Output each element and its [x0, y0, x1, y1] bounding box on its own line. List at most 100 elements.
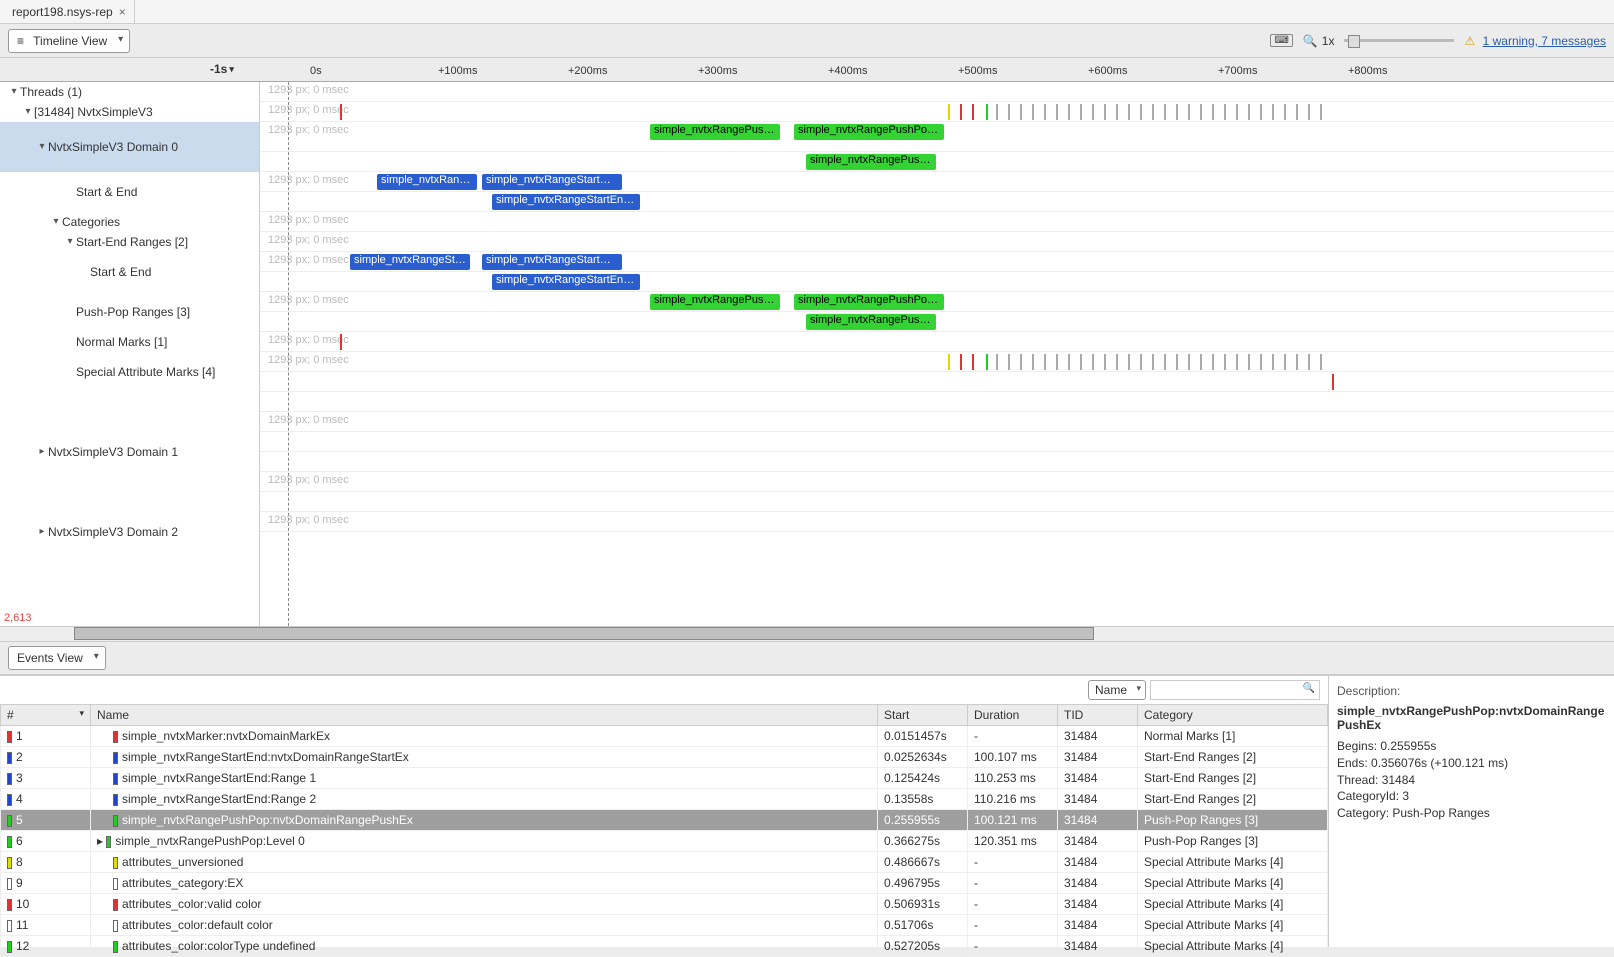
- expand-icon[interactable]: ▾: [8, 86, 20, 97]
- nvtx-mark[interactable]: [1188, 104, 1190, 120]
- table-row[interactable]: 4simple_nvtxRangeStartEnd:Range 20.13558…: [1, 789, 1328, 810]
- nvtx-mark[interactable]: [1332, 374, 1334, 390]
- nvtx-mark[interactable]: [1080, 104, 1082, 120]
- nvtx-mark[interactable]: [1248, 104, 1250, 120]
- track-row[interactable]: 1293 px; 0 msecsimple_nvtxRangePush…simp…: [260, 292, 1614, 312]
- expand-icon[interactable]: ▾: [22, 106, 34, 117]
- nvtx-mark[interactable]: [1176, 354, 1178, 370]
- nvtx-mark[interactable]: [1272, 104, 1274, 120]
- expand-icon[interactable]: ▾: [50, 216, 62, 227]
- col-start[interactable]: Start: [878, 705, 968, 726]
- track-row[interactable]: 1293 px; 0 msecsimple_nvtxRangePush…simp…: [260, 122, 1614, 152]
- tree-row[interactable]: ▸NvtxSimpleV3 Domain 1: [0, 432, 259, 472]
- nvtx-mark[interactable]: [1200, 104, 1202, 120]
- nvtx-mark[interactable]: [1236, 104, 1238, 120]
- view-select[interactable]: Timeline View: [8, 29, 130, 53]
- nvtx-mark[interactable]: [1320, 354, 1322, 370]
- nvtx-range[interactable]: simple_nvtxRangePush…: [806, 314, 936, 330]
- track-row[interactable]: [260, 392, 1614, 412]
- col-tid[interactable]: TID: [1058, 705, 1138, 726]
- nvtx-mark[interactable]: [1188, 354, 1190, 370]
- nvtx-mark[interactable]: [1236, 354, 1238, 370]
- nvtx-mark[interactable]: [1284, 354, 1286, 370]
- nvtx-range[interactable]: simple_nvtxRangePush…: [650, 294, 780, 310]
- nvtx-range[interactable]: simple_nvtxRangeStartEnd…: [492, 274, 640, 290]
- table-row[interactable]: 12attributes_color:colorType undefined0.…: [1, 936, 1328, 957]
- filter-by-select[interactable]: Name: [1088, 680, 1146, 700]
- nvtx-mark[interactable]: [340, 104, 342, 120]
- tree-row[interactable]: ▾Threads (1): [0, 82, 259, 102]
- expand-icon[interactable]: ▾: [36, 141, 48, 152]
- tree-row[interactable]: Start & End: [0, 172, 259, 212]
- nvtx-mark[interactable]: [1224, 104, 1226, 120]
- nvtx-range[interactable]: simple_nvtxRangeStart…: [377, 174, 477, 190]
- track-row[interactable]: 1293 px; 0 msecsimple_nvtxRangeStart…sim…: [260, 172, 1614, 192]
- table-row[interactable]: 2simple_nvtxRangeStartEnd:nvtxDomainRang…: [1, 747, 1328, 768]
- tree-row[interactable]: Push-Pop Ranges [3]: [0, 292, 259, 332]
- nvtx-mark[interactable]: [1044, 354, 1046, 370]
- track-row[interactable]: [260, 492, 1614, 512]
- nvtx-mark[interactable]: [948, 354, 950, 370]
- nvtx-range[interactable]: simple_nvtxRangeStartEn…: [482, 174, 622, 190]
- nvtx-range[interactable]: simple_nvtxRangePush…: [650, 124, 780, 140]
- zoom-control[interactable]: 🔍 1x: [1303, 34, 1335, 48]
- nvtx-mark[interactable]: [1212, 104, 1214, 120]
- track-row[interactable]: 1293 px; 0 msec: [260, 512, 1614, 532]
- nvtx-mark[interactable]: [1104, 354, 1106, 370]
- nvtx-mark[interactable]: [1104, 104, 1106, 120]
- tree-row[interactable]: ▾Start-End Ranges [2]: [0, 232, 259, 252]
- nvtx-mark[interactable]: [1272, 354, 1274, 370]
- nvtx-range[interactable]: simple_nvtxRangeStartEnd…: [492, 194, 640, 210]
- track-row[interactable]: 1293 px; 0 msec: [260, 82, 1614, 102]
- nvtx-mark[interactable]: [1296, 354, 1298, 370]
- events-view-select[interactable]: Events View: [8, 646, 106, 670]
- nvtx-mark[interactable]: [1164, 104, 1166, 120]
- table-row[interactable]: 11attributes_color:default color0.51706s…: [1, 915, 1328, 936]
- table-row[interactable]: 10attributes_color:valid color0.506931s-…: [1, 894, 1328, 915]
- nvtx-mark[interactable]: [1044, 104, 1046, 120]
- nvtx-mark[interactable]: [1020, 104, 1022, 120]
- track-row[interactable]: simple_nvtxRangeStartEnd…: [260, 272, 1614, 292]
- nvtx-mark[interactable]: [1152, 104, 1154, 120]
- tree-row[interactable]: Normal Marks [1]: [0, 332, 259, 352]
- tree-row[interactable]: Start & End: [0, 252, 259, 292]
- nvtx-mark[interactable]: [1068, 104, 1070, 120]
- nvtx-mark[interactable]: [340, 334, 342, 350]
- expand-icon[interactable]: ▸: [36, 446, 48, 457]
- track-row[interactable]: 1293 px; 0 msec: [260, 412, 1614, 432]
- nvtx-mark[interactable]: [1296, 104, 1298, 120]
- timeline-tree[interactable]: ▾Threads (1)▾[31484] NvtxSimpleV3▾NvtxSi…: [0, 82, 260, 626]
- events-table[interactable]: #▾ Name Start Duration TID Category 1sim…: [0, 704, 1328, 957]
- nvtx-range[interactable]: simple_nvtxRangePush…: [806, 154, 936, 170]
- nvtx-mark[interactable]: [1212, 354, 1214, 370]
- track-row[interactable]: [260, 452, 1614, 472]
- table-row[interactable]: 1simple_nvtxMarker:nvtxDomainMarkEx0.015…: [1, 726, 1328, 747]
- nvtx-mark[interactable]: [1056, 104, 1058, 120]
- nvtx-mark[interactable]: [972, 354, 974, 370]
- track-row[interactable]: simple_nvtxRangePush…: [260, 312, 1614, 332]
- nvtx-mark[interactable]: [1128, 104, 1130, 120]
- track-row[interactable]: 1293 px; 0 msec: [260, 332, 1614, 352]
- nvtx-mark[interactable]: [986, 354, 988, 370]
- nvtx-mark[interactable]: [1128, 354, 1130, 370]
- col-duration[interactable]: Duration: [968, 705, 1058, 726]
- col-category[interactable]: Category: [1138, 705, 1328, 726]
- expand-icon[interactable]: ▾: [64, 236, 76, 247]
- search-input[interactable]: [1150, 680, 1320, 700]
- tree-row[interactable]: ▾Categories: [0, 212, 259, 232]
- nvtx-mark[interactable]: [1056, 354, 1058, 370]
- close-icon[interactable]: ×: [119, 5, 126, 19]
- nvtx-mark[interactable]: [1260, 104, 1262, 120]
- nvtx-mark[interactable]: [1068, 354, 1070, 370]
- nvtx-mark[interactable]: [1092, 104, 1094, 120]
- track-row[interactable]: 1293 px; 0 msec: [260, 232, 1614, 252]
- nvtx-mark[interactable]: [1260, 354, 1262, 370]
- zoom-slider[interactable]: [1344, 39, 1454, 42]
- nvtx-mark[interactable]: [996, 354, 998, 370]
- keyboard-icon[interactable]: ⌨: [1270, 34, 1292, 47]
- track-row[interactable]: 1293 px; 0 msecsimple_nvtxRangeStart…sim…: [260, 252, 1614, 272]
- table-row[interactable]: 5simple_nvtxRangePushPop:nvtxDomainRange…: [1, 810, 1328, 831]
- nvtx-mark[interactable]: [1008, 104, 1010, 120]
- table-row[interactable]: 6▸ simple_nvtxRangePushPop:Level 00.3662…: [1, 831, 1328, 852]
- tree-row[interactable]: ▾[31484] NvtxSimpleV3: [0, 102, 259, 122]
